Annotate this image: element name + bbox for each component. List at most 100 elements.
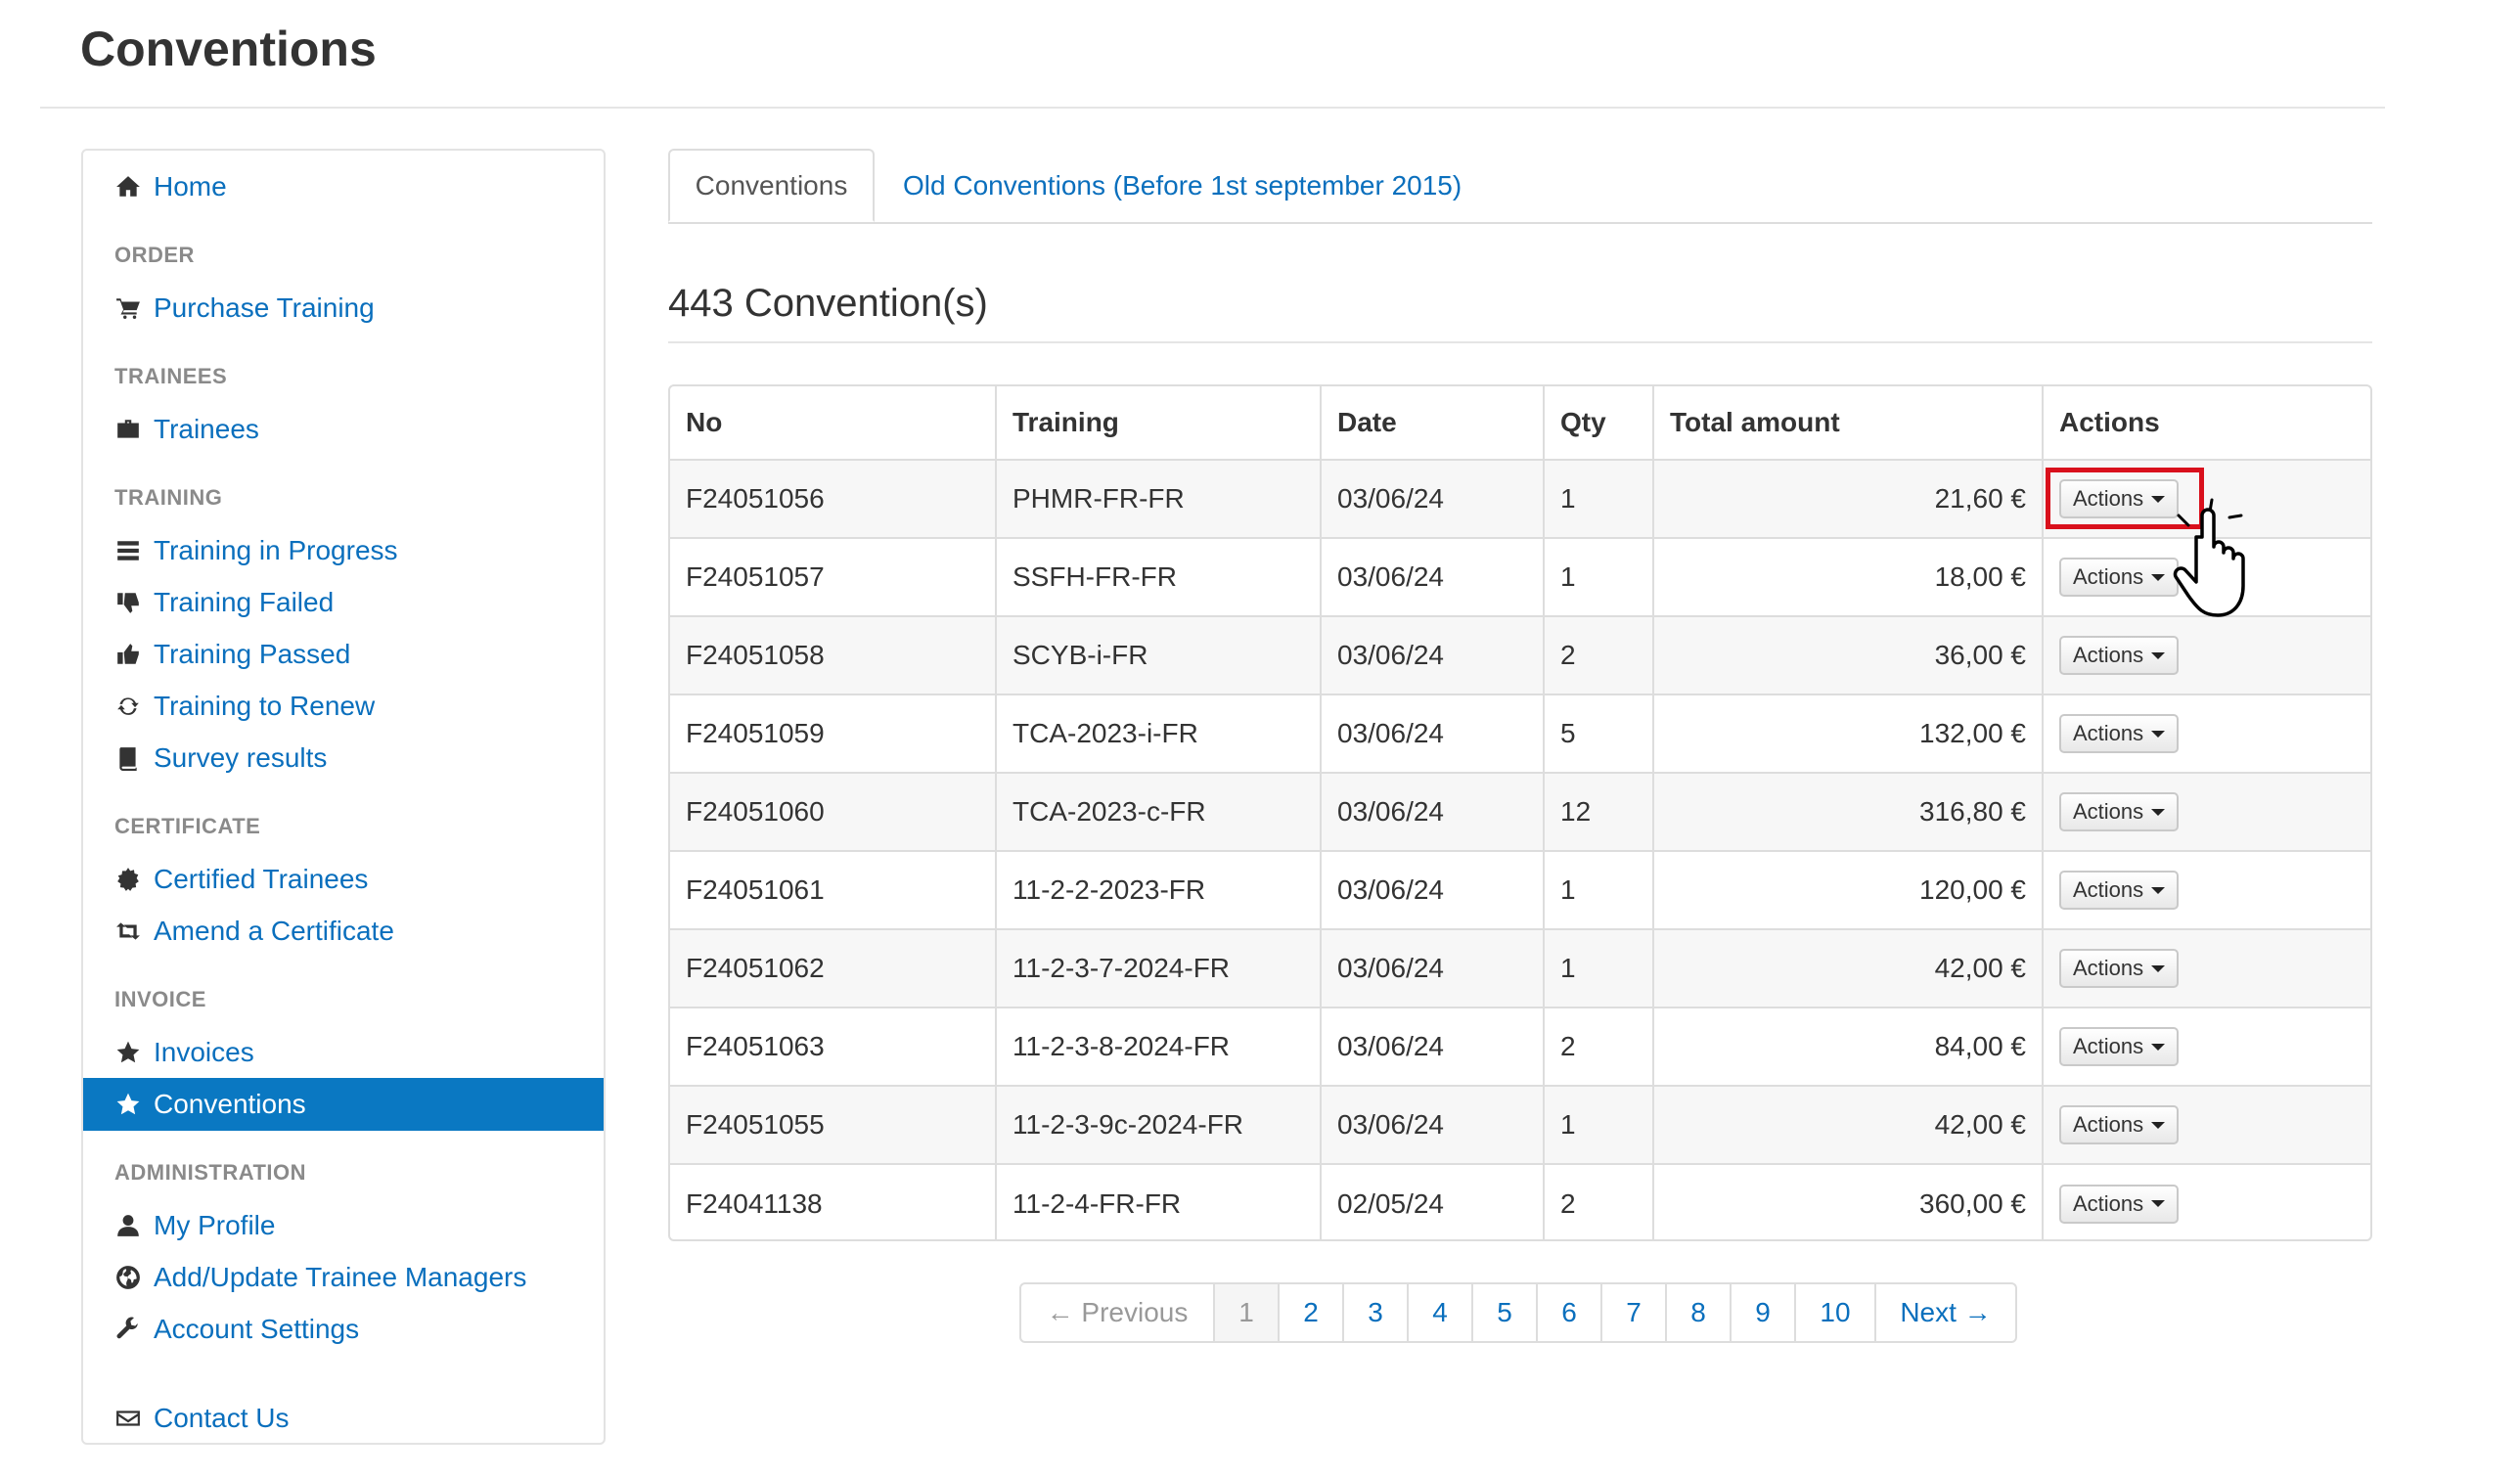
cell-total-amount: 36,00 € (1652, 615, 2043, 694)
sidebar-item-label: Conventions (154, 1089, 306, 1119)
cell-training: 11-2-3-9c-2024-FR (995, 1085, 1321, 1164)
actions-dropdown-button[interactable]: Actions (2059, 1105, 2180, 1144)
actions-button-label: Actions (2073, 1034, 2144, 1058)
column-header-date: Date (1320, 386, 1544, 460)
cell-no: F24051062 (670, 928, 996, 1008)
cell-no: F24051059 (670, 694, 996, 773)
actions-dropdown-button[interactable]: Actions (2059, 1184, 2180, 1224)
header-divider (40, 107, 2385, 109)
cell-no: F24051058 (670, 615, 996, 694)
conventions-count-title: 443 Convention(s) (668, 282, 988, 325)
sidebar-section-administration: ADMINISTRATION (114, 1160, 307, 1185)
retweet-icon (114, 918, 142, 945)
sidebar-item-amend-certificate[interactable]: Amend a Certificate (83, 905, 604, 958)
sidebar-item-label: Certified Trainees (154, 864, 369, 894)
cell-date: 03/06/24 (1320, 772, 1544, 851)
sidebar-item-conventions[interactable]: Conventions (83, 1078, 604, 1131)
list-icon (114, 537, 142, 564)
tab-bar: Conventions Old Conventions (Before 1st … (668, 149, 2372, 224)
pagination-previous[interactable]: ← Previous (1021, 1284, 1213, 1341)
pagination-page-2[interactable]: 2 (1278, 1284, 1342, 1341)
caret-down-icon (2151, 1200, 2166, 1207)
sidebar-item-invoices[interactable]: Invoices (83, 1026, 604, 1079)
cell-date: 03/06/24 (1320, 694, 1544, 773)
sidebar-item-purchase-training[interactable]: Purchase Training (83, 282, 604, 335)
pagination-page-6[interactable]: 6 (1536, 1284, 1600, 1341)
caret-down-icon (2151, 495, 2166, 503)
cell-actions: Actions (2042, 615, 2370, 694)
pagination-next[interactable]: Next → (1874, 1284, 2015, 1341)
globe-icon (114, 1264, 142, 1291)
sidebar-item-training-in-progress[interactable]: Training in Progress (83, 524, 604, 577)
table-row: F24051062 11-2-3-7-2024-FR 03/06/24 1 42,00 … (670, 928, 2370, 1008)
sidebar-item-home[interactable]: Home (83, 160, 604, 213)
actions-button-label: Actions (2073, 799, 2144, 824)
star-icon (114, 1091, 142, 1118)
sidebar-item-training-to-renew[interactable]: Training to Renew (83, 680, 604, 733)
actions-dropdown-button[interactable]: Actions (2059, 636, 2180, 675)
pagination-page-1[interactable]: 1 (1213, 1284, 1278, 1341)
table-row: F24051061 11-2-2-2023-FR 03/06/24 1 120,00 €… (670, 850, 2370, 929)
pagination-page-5[interactable]: 5 (1471, 1284, 1536, 1341)
sidebar-item-label: Survey results (154, 742, 328, 773)
sidebar-item-training-failed[interactable]: Training Failed (83, 576, 604, 629)
sidebar-item-certified-trainees[interactable]: Certified Trainees (83, 853, 604, 906)
sidebar-item-my-profile[interactable]: My Profile (83, 1199, 604, 1252)
table-row: F24041138 11-2-4-FR-FR 02/05/24 2 360,00 € Ac… (670, 1163, 2370, 1239)
actions-button-label: Actions (2073, 564, 2144, 589)
column-header-training: Training (995, 386, 1321, 460)
cell-qty: 5 (1543, 694, 1653, 773)
pagination-page-10[interactable]: 10 (1794, 1284, 1874, 1341)
table-row: F24051060 TCA-2023-c-FR 03/06/24 12 316,80 €… (670, 772, 2370, 851)
pagination-page-9[interactable]: 9 (1730, 1284, 1794, 1341)
cell-training: 11-2-3-7-2024-FR (995, 928, 1321, 1008)
sidebar-item-label: Training to Renew (154, 691, 376, 721)
page-title: Conventions (80, 22, 377, 76)
tab-old-conventions[interactable]: Old Conventions (Before 1st september 20… (878, 149, 1487, 222)
sidebar-item-label: Trainees (154, 414, 259, 444)
actions-dropdown-button[interactable]: Actions (2059, 1027, 2180, 1066)
actions-button-label: Actions (2073, 643, 2144, 667)
cell-training: 11-2-4-FR-FR (995, 1163, 1321, 1239)
cell-total-amount: 42,00 € (1652, 928, 2043, 1008)
tab-conventions[interactable]: Conventions (668, 149, 875, 222)
actions-button-label: Actions (2073, 1190, 2144, 1216)
sidebar-item-account-settings[interactable]: Account Settings (83, 1303, 604, 1356)
home-icon (114, 173, 142, 201)
briefcase-icon (114, 416, 142, 443)
actions-button-label: Actions (2073, 721, 2144, 745)
pagination-page-8[interactable]: 8 (1665, 1284, 1730, 1341)
actions-dropdown-button[interactable]: Actions (2059, 558, 2180, 597)
actions-button-label: Actions (2073, 486, 2144, 511)
cell-no: F24051061 (670, 850, 996, 929)
caret-down-icon (2151, 964, 2166, 972)
sidebar-item-survey-results[interactable]: Survey results (83, 732, 604, 784)
sidebar-item-trainee-managers[interactable]: Add/Update Trainee Managers (83, 1251, 604, 1304)
sidebar-item-label: Add/Update Trainee Managers (154, 1262, 527, 1292)
cell-training: TCA-2023-i-FR (995, 694, 1321, 773)
actions-dropdown-button[interactable]: Actions (2059, 792, 2180, 831)
cell-no: F24051056 (670, 459, 996, 538)
actions-dropdown-button[interactable]: Actions (2059, 871, 2180, 910)
cell-actions: Actions (2042, 928, 2370, 1008)
pagination-page-3[interactable]: 3 (1342, 1284, 1407, 1341)
cell-actions: Actions (2042, 537, 2370, 616)
actions-dropdown-button[interactable]: Actions (2059, 714, 2180, 753)
actions-dropdown-button[interactable]: Actions (2059, 479, 2180, 518)
pagination-page-7[interactable]: 7 (1600, 1284, 1665, 1341)
cell-qty: 1 (1543, 928, 1653, 1008)
caret-down-icon (2151, 730, 2166, 738)
sidebar: Home ORDER Purchase Training TRAINEES Tr… (81, 149, 606, 1445)
sidebar-section-certificate: CERTIFICATE (114, 814, 261, 838)
cell-actions: Actions (2042, 459, 2370, 538)
cell-qty: 1 (1543, 850, 1653, 929)
sidebar-item-contact-us[interactable]: Contact Us (83, 1392, 604, 1445)
actions-dropdown-button[interactable]: Actions (2059, 949, 2180, 988)
pagination-page-4[interactable]: 4 (1407, 1284, 1471, 1341)
sidebar-item-trainees[interactable]: Trainees (83, 403, 604, 456)
table-row: F24051058 SCYB-i-FR 03/06/24 2 36,00 € Action… (670, 615, 2370, 694)
cell-total-amount: 360,00 € (1652, 1163, 2043, 1239)
sidebar-item-training-passed[interactable]: Training Passed (83, 628, 604, 681)
cell-no: F24051063 (670, 1007, 996, 1086)
cell-date: 03/06/24 (1320, 928, 1544, 1008)
